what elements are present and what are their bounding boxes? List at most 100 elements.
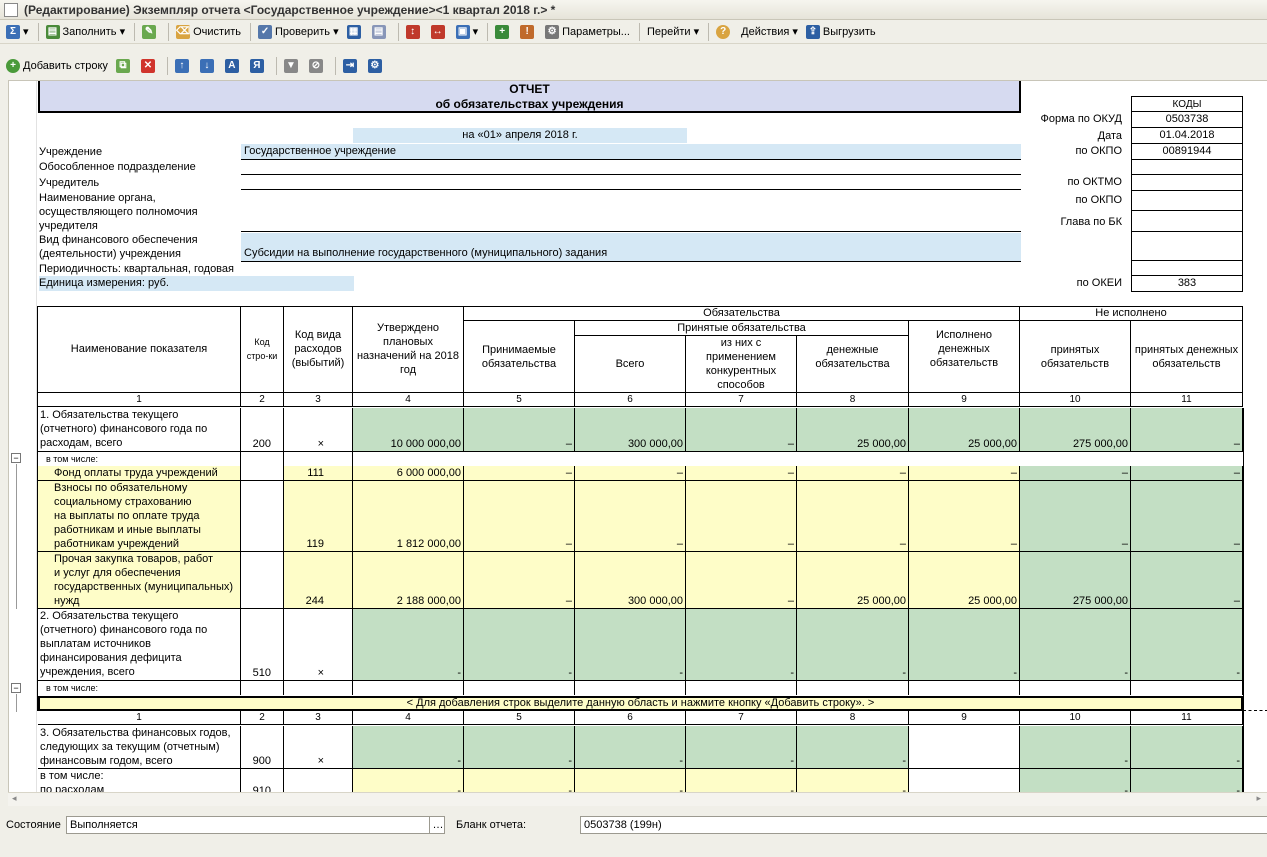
column-number: 4: [353, 711, 464, 725]
cell-value: 300 000,00: [627, 595, 683, 607]
cell-value: –: [787, 538, 794, 550]
value-cell[interactable]: –: [909, 481, 1020, 552]
value-cell: 25 000,00: [797, 408, 909, 452]
row-code-cell: 510: [241, 609, 284, 681]
column-number: 10: [1020, 711, 1131, 725]
window-titlebar: (Редактирование) Экземпляр отчета <Госуд…: [0, 0, 1267, 20]
column-number: 6: [575, 393, 686, 407]
add-row-button[interactable]: + Добавить строку: [3, 56, 111, 76]
state-field[interactable]: Выполняется: [66, 816, 430, 834]
check-button[interactable]: ✓ Проверить ▾: [255, 22, 342, 42]
value-cell[interactable]: –: [464, 466, 575, 481]
row-exp-cell[interactable]: 111: [284, 466, 353, 481]
value-cell[interactable]: 25 000,00: [909, 552, 1020, 609]
add-sheet-button[interactable]: +: [492, 22, 515, 42]
row-exp-cell[interactable]: 244: [284, 552, 353, 609]
view-button-2[interactable]: ▤: [369, 22, 392, 42]
info-button[interactable]: !: [517, 22, 540, 42]
value-cell[interactable]: –: [909, 466, 1020, 481]
delete-row-button[interactable]: ✕: [138, 56, 161, 76]
horizontal-scrollbar[interactable]: ◂ ▸: [8, 792, 1267, 806]
params-button[interactable]: ⚙ Параметры...: [542, 22, 633, 42]
view-button-1[interactable]: ▦: [344, 22, 367, 42]
move-down-button[interactable]: ↓: [197, 56, 220, 76]
export-icon: ⇪: [805, 24, 820, 39]
eraser-icon: ⌫: [176, 24, 191, 39]
print-button[interactable]: ▣ ▾: [453, 22, 482, 42]
periodicity-label: Периодичность: квартальная, годовая: [39, 263, 234, 275]
fill-icon: ▤: [45, 24, 60, 39]
value-cell[interactable]: 2 188 000,00: [353, 552, 464, 609]
actions-button[interactable]: Действия ▾: [738, 22, 801, 42]
value-cell[interactable]: –: [797, 481, 909, 552]
finance-type-label: Вид финансового обеспечения (деятельност…: [39, 234, 198, 260]
value-cell[interactable]: 300 000,00: [575, 552, 686, 609]
value-cell[interactable]: 1 812 000,00: [353, 481, 464, 552]
cell-value: –: [1233, 595, 1240, 607]
sort-asc-button[interactable]: A: [222, 56, 245, 76]
value-cell[interactable]: –: [686, 481, 797, 552]
table-row-name: Фонд оплаты труда учреждений: [38, 466, 241, 481]
empty-cell: [241, 452, 284, 466]
table-row-name: в том числе:: [38, 681, 241, 695]
state-select-button[interactable]: …: [429, 816, 445, 834]
clear-filter-button[interactable]: ⊘: [306, 56, 329, 76]
sort-desc-icon: Я: [249, 59, 264, 73]
cell-value: -: [1236, 667, 1240, 679]
institution-value[interactable]: Государственное учреждение: [241, 144, 1021, 159]
fill-button[interactable]: ▤ Заполнить ▾: [43, 22, 129, 42]
value-cell[interactable]: –: [797, 466, 909, 481]
move-up-button[interactable]: ↑: [172, 56, 195, 76]
okpo2-value[interactable]: [1132, 191, 1242, 211]
collapse-button[interactable]: ↔: [428, 22, 451, 42]
row-exp-code: 111: [307, 467, 324, 479]
copy-row-button[interactable]: ⧉: [113, 56, 136, 76]
export-button[interactable]: ⇪ Выгрузить: [803, 22, 879, 42]
value-cell[interactable]: 25 000,00: [797, 552, 909, 609]
value-cell[interactable]: -: [575, 769, 686, 792]
properties-button[interactable]: ⚙: [365, 56, 388, 76]
add-row-hint[interactable]: < Для добавления строк выделите данную о…: [38, 696, 1243, 711]
glava-value[interactable]: [1132, 211, 1242, 232]
help-button[interactable]: ?: [713, 22, 736, 42]
sum-button[interactable]: Σ ▾: [3, 22, 32, 42]
expand-button[interactable]: ↕: [403, 22, 426, 42]
value-cell[interactable]: -: [686, 769, 797, 792]
date-value[interactable]: 01.04.2018: [1132, 128, 1242, 144]
value-cell[interactable]: 6 000 000,00: [353, 466, 464, 481]
value-cell[interactable]: –: [686, 466, 797, 481]
value-cell[interactable]: –: [575, 466, 686, 481]
value-cell[interactable]: –: [464, 552, 575, 609]
oktmo-value[interactable]: [1132, 175, 1242, 191]
row-code: 900: [252, 755, 271, 767]
scroll-right-icon[interactable]: ▸: [1256, 793, 1261, 804]
row-code: 200: [252, 438, 271, 450]
cell-value: -: [457, 785, 461, 792]
column-number: 10: [1020, 393, 1131, 407]
filter-button[interactable]: ▼: [281, 56, 304, 76]
empty-cell: [353, 452, 464, 466]
value-cell[interactable]: -: [353, 769, 464, 792]
insert-button[interactable]: ⇥: [340, 56, 363, 76]
edit-button[interactable]: ✎: [139, 22, 162, 42]
empty-cell: [686, 681, 797, 695]
value-cell[interactable]: –: [686, 552, 797, 609]
value-cell[interactable]: –: [464, 481, 575, 552]
row-exp-cell[interactable]: 119: [284, 481, 353, 552]
clear-filter-icon: ⊘: [308, 59, 323, 73]
cell-value: –: [787, 595, 794, 607]
goto-button[interactable]: Перейти ▾: [644, 22, 702, 42]
value-cell[interactable]: -: [464, 769, 575, 792]
blank-field[interactable]: 0503738 (199н): [580, 816, 1267, 834]
okpo-value[interactable]: 00891944: [1132, 144, 1242, 160]
value-cell[interactable]: -: [797, 769, 909, 792]
report-title: ОТЧЕТ: [509, 82, 550, 96]
scroll-left-icon[interactable]: ◂: [12, 793, 17, 804]
clear-button[interactable]: ⌫ Очистить: [173, 22, 244, 42]
value-cell[interactable]: –: [575, 481, 686, 552]
finance-type-value[interactable]: Субсидии на выполнение государственного …: [241, 233, 1021, 261]
cell-value: -: [1013, 667, 1017, 679]
row-exp-code: ×: [317, 438, 324, 450]
sort-desc-button[interactable]: Я: [247, 56, 270, 76]
report-sheet[interactable]: − − ОТЧЕТ об обязательствах учреждения н…: [8, 80, 1267, 792]
